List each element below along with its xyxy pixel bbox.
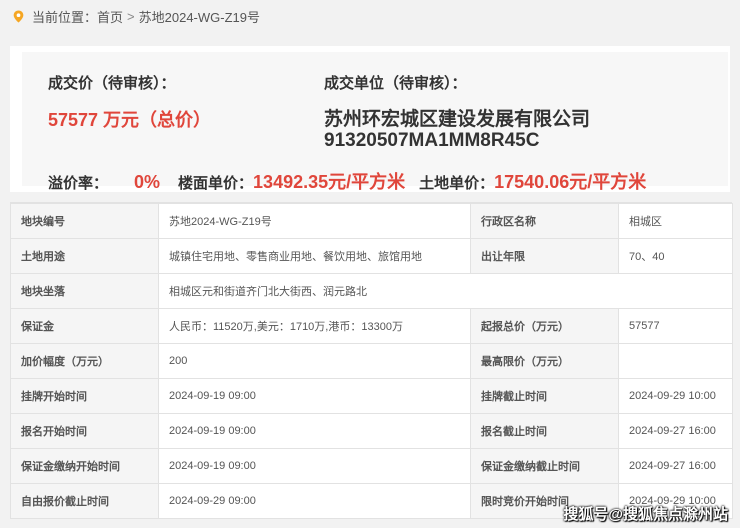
row-key: 最高限价（万元）	[470, 343, 619, 379]
row-key: 保证金缴纳开始时间	[10, 448, 159, 484]
breadcrumb-prefix: 当前位置：	[32, 9, 98, 25]
row-key: 报名开始时间	[10, 413, 159, 449]
deal-price-label: 成交价（待审核）：	[48, 75, 176, 92]
row-key: 土地用途	[10, 238, 159, 274]
table-row: 加价幅度（万元） 200 最高限价（万元）	[10, 343, 733, 379]
row-value: 2024-09-29 10:00	[618, 378, 733, 414]
row-value: 57577	[618, 308, 733, 344]
row-value: 相城区元和街道齐门北大街西、润元路北	[158, 273, 733, 309]
row-value: 城镇住宅用地、零售商业用地、餐饮用地、旅馆用地	[158, 238, 471, 274]
row-value: 2024-09-19 09:00	[158, 378, 471, 414]
row-value: 2024-09-19 09:00	[158, 448, 471, 484]
land-price-label: 土地单价：	[419, 175, 495, 192]
table-row: 保证金 人民币：11520万,美元：1710万,港币：13300万 起报总价（万…	[10, 308, 733, 344]
buyer-label: 成交单位（待审核）：	[324, 75, 467, 92]
table-row: 地块编号 苏地2024-WG-Z19号 行政区名称 相城区	[10, 203, 733, 239]
row-value: 2024-09-19 09:00	[158, 413, 471, 449]
row-value: 2024-09-29 09:00	[158, 483, 471, 519]
premium-rate-value: 0%	[134, 172, 161, 192]
row-value: 200	[158, 343, 471, 379]
row-key: 地块坐落	[10, 273, 159, 309]
row-value: 70、40	[618, 238, 733, 274]
buyer-name: 苏州环宏城区建设发展有限公司	[324, 109, 591, 130]
land-detail-table-wrap: 地块编号 苏地2024-WG-Z19号 行政区名称 相城区 土地用途 城镇住宅用…	[10, 202, 733, 520]
breadcrumb-home-link[interactable]: 首页	[97, 7, 123, 26]
location-pin-icon	[13, 9, 24, 23]
deal-summary-panel: 成交价（待审核）： 57577 万元（总价） 成交单位（待审核）： 苏州环宏城区…	[10, 46, 730, 192]
land-detail-table: 地块编号 苏地2024-WG-Z19号 行政区名称 相城区 土地用途 城镇住宅用…	[10, 203, 733, 519]
row-key: 挂牌截止时间	[470, 378, 619, 414]
table-row: 地块坐落 相城区元和街道齐门北大街西、润元路北	[10, 273, 733, 309]
row-value: 相城区	[618, 203, 733, 239]
floor-price-value: 13492.35元/平方米	[253, 172, 406, 192]
watermark: 搜狐号@搜狐焦点滁州站	[563, 506, 728, 523]
breadcrumb-separator: >	[127, 8, 135, 24]
deal-price-value: 57577 万元（总价）	[48, 110, 212, 130]
row-key: 保证金	[10, 308, 159, 344]
row-value: 苏地2024-WG-Z19号	[158, 203, 471, 239]
table-row: 报名开始时间 2024-09-19 09:00 报名截止时间 2024-09-2…	[10, 413, 733, 449]
breadcrumb: 当前位置： 首页 > 苏地2024-WG-Z19号	[0, 0, 740, 32]
floor-price-label: 楼面单价：	[178, 175, 254, 192]
row-key: 报名截止时间	[470, 413, 619, 449]
row-key: 地块编号	[10, 203, 159, 239]
row-key: 挂牌开始时间	[10, 378, 159, 414]
row-value: 人民币：11520万,美元：1710万,港币：13300万	[158, 308, 471, 344]
table-row: 挂牌开始时间 2024-09-19 09:00 挂牌截止时间 2024-09-2…	[10, 378, 733, 414]
deal-summary-inner: 成交价（待审核）： 57577 万元（总价） 成交单位（待审核）： 苏州环宏城区…	[22, 52, 728, 192]
row-key: 保证金缴纳截止时间	[470, 448, 619, 484]
row-value	[618, 343, 733, 379]
land-price-value: 17540.06元/平方米	[494, 172, 647, 192]
breadcrumb-current: 苏地2024-WG-Z19号	[138, 9, 260, 25]
table-row: 保证金缴纳开始时间 2024-09-19 09:00 保证金缴纳截止时间 202…	[10, 448, 733, 484]
row-value: 2024-09-27 16:00	[618, 413, 733, 449]
row-key: 行政区名称	[470, 203, 619, 239]
price-metrics: 溢价率： 0% 楼面单价：13492.35元/平方米 土地单价：17540.06元/平…	[48, 168, 646, 194]
row-key: 出让年限	[470, 238, 619, 274]
row-value: 2024-09-27 16:00	[618, 448, 733, 484]
row-key: 自由报价截止时间	[10, 483, 159, 519]
table-row: 土地用途 城镇住宅用地、零售商业用地、餐饮用地、旅馆用地 出让年限 70、40	[10, 238, 733, 274]
buyer-credit-code: 91320507MA1MM8R45C	[324, 130, 540, 151]
premium-rate-label: 溢价率：	[48, 175, 109, 192]
row-key: 起报总价（万元）	[470, 308, 619, 344]
row-key: 加价幅度（万元）	[10, 343, 159, 379]
